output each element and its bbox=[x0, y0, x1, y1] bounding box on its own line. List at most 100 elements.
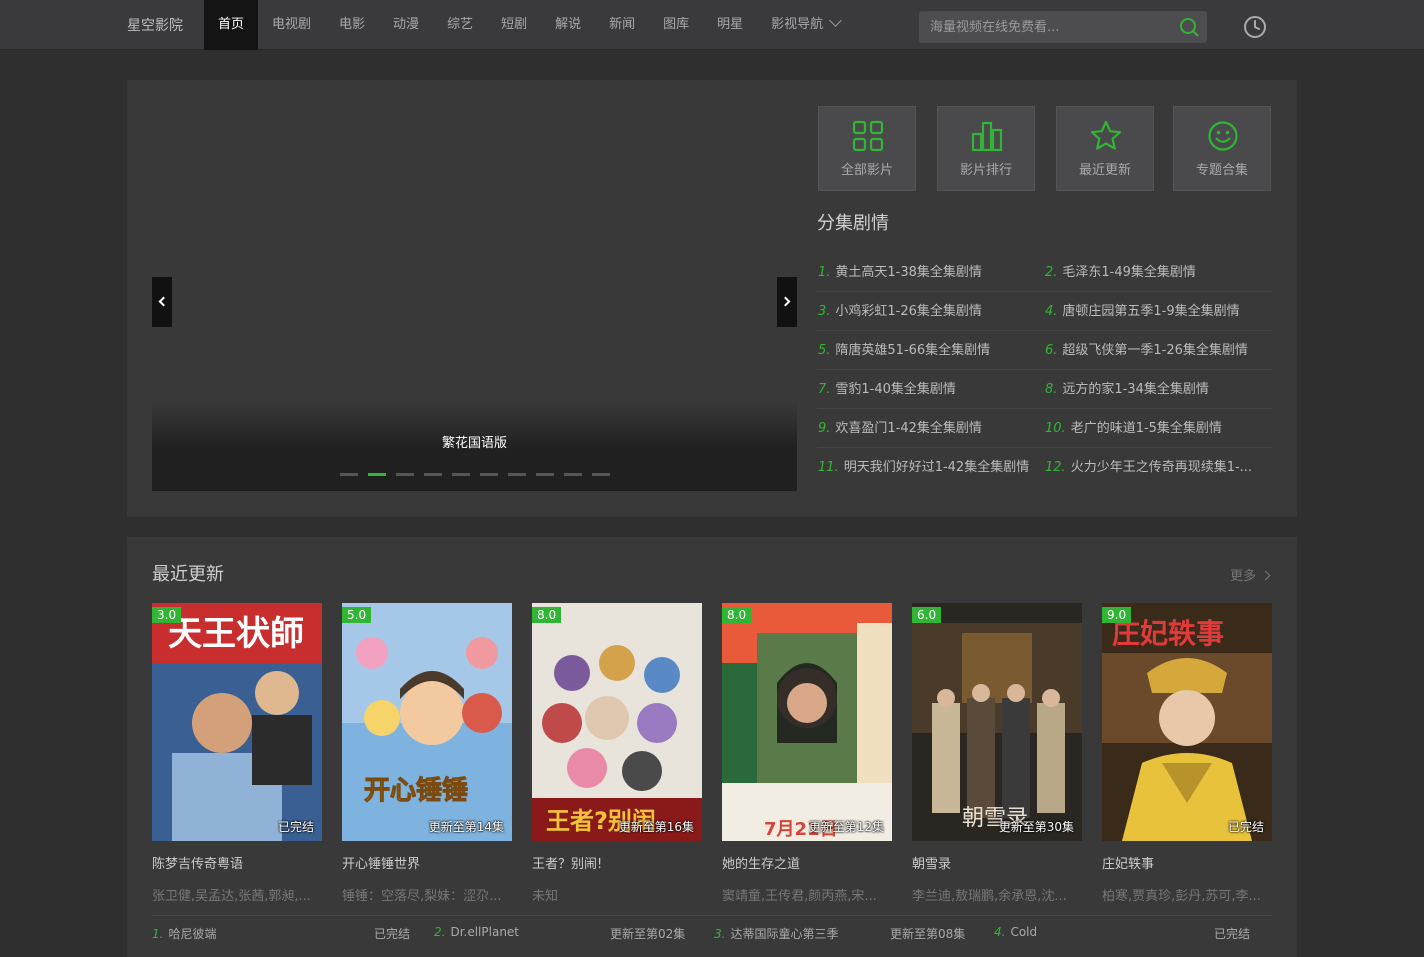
plot-item-num: 1. bbox=[818, 265, 831, 280]
plot-item[interactable]: 2. 毛泽东1-49集全集剧情 bbox=[1045, 253, 1272, 292]
card-title[interactable]: 庄妃轶事 bbox=[1102, 853, 1272, 872]
carousel-prev-button[interactable] bbox=[152, 277, 172, 327]
search-icon[interactable] bbox=[1179, 17, 1199, 37]
plot-item-text: 唐顿庄园第五季1-9集全集剧情 bbox=[1062, 304, 1240, 319]
rank-item-num: 4. bbox=[994, 925, 1006, 939]
nav-guide-dropdown[interactable]: 影视导航 bbox=[757, 0, 854, 50]
score-badge: 6.0 bbox=[912, 607, 942, 623]
card-title[interactable]: 开心锤锤世界 bbox=[342, 853, 512, 872]
nav-gallery[interactable]: 图库 bbox=[649, 0, 703, 50]
history-clock-icon[interactable] bbox=[1243, 15, 1267, 39]
plot-item[interactable]: 1. 黄土高天1-38集全集剧情 bbox=[818, 253, 1044, 292]
rank-item[interactable]: 2. Dr.ellPlanet bbox=[434, 925, 519, 939]
rank-list-row: 1. 哈尼彼端 已完结 2. Dr.ellPlanet 更新至第02集 3. 达蒂国际… bbox=[152, 915, 1272, 945]
poster-link[interactable]: 王者?别闹 8.0 更新至第16集 bbox=[532, 603, 702, 841]
plot-item[interactable]: 10. 老广的味道1-5集全集剧情 bbox=[1045, 409, 1272, 448]
carousel-dots bbox=[340, 473, 620, 476]
plot-item[interactable]: 3. 小鸡彩虹1-26集全集剧情 bbox=[818, 292, 1044, 331]
carousel-dot-active[interactable] bbox=[368, 473, 386, 476]
poster-link[interactable]: 开心锤锤 5.0 更新至第14集 bbox=[342, 603, 512, 841]
carousel-dot[interactable] bbox=[452, 473, 470, 476]
update-status: 更新至第16集 bbox=[618, 820, 694, 834]
search-box bbox=[919, 11, 1207, 43]
poster-link[interactable]: 朝雪录 6.0 更新至第30集 bbox=[912, 603, 1082, 841]
quick-link-ranking[interactable]: 影片排行 bbox=[937, 106, 1035, 191]
plot-item[interactable]: 12. 火力少年王之传奇再现续集1-... bbox=[1045, 448, 1272, 487]
nav-stars[interactable]: 明星 bbox=[703, 0, 757, 50]
nav-home[interactable]: 首页 bbox=[204, 0, 259, 50]
plot-item-text: 黄土高天1-38集全集剧情 bbox=[835, 265, 982, 280]
nav-movie[interactable]: 电影 bbox=[325, 0, 379, 50]
plot-item-num: 9. bbox=[818, 421, 831, 436]
card-cast: 李兰迪,敖瑞鹏,余承恩,沈... bbox=[912, 889, 1067, 904]
plot-item-text: 雪豹1-40集全集剧情 bbox=[835, 382, 956, 397]
plot-item[interactable]: 9. 欢喜盈门1-42集全集剧情 bbox=[818, 409, 1044, 448]
carousel-dot[interactable] bbox=[340, 473, 358, 476]
card-title[interactable]: 朝雪录 bbox=[912, 853, 1082, 872]
card-title[interactable]: 王者？别闹! bbox=[532, 853, 702, 872]
score-badge: 3.0 bbox=[152, 607, 182, 623]
card-title[interactable]: 陈梦吉传奇粤语 bbox=[152, 853, 322, 872]
plot-item[interactable]: 5. 隋唐英雄51-66集全集剧情 bbox=[818, 331, 1044, 370]
rank-item-status: 已完结 bbox=[1214, 927, 1251, 941]
carousel-dot[interactable] bbox=[396, 473, 414, 476]
plot-item[interactable]: 11. 明天我们好好过1-42集全集剧情 bbox=[818, 448, 1044, 487]
poster-image: 王者?别闹 bbox=[532, 603, 702, 841]
rank-item-status: 更新至第08集 bbox=[890, 927, 966, 941]
nav-commentary[interactable]: 解说 bbox=[541, 0, 595, 50]
update-status: 已完结 bbox=[277, 820, 314, 834]
chevron-right-icon bbox=[780, 296, 791, 307]
carousel-next-button[interactable] bbox=[777, 277, 797, 327]
plot-item[interactable]: 8. 远方的家1-34集全集剧情 bbox=[1045, 370, 1272, 409]
video-card: 朝雪录 6.0 更新至第30集 朝雪录 李兰迪,敖瑞鹏,余承恩,沈... bbox=[912, 603, 1082, 904]
card-cast: 未知 bbox=[532, 889, 559, 904]
card-cast: 锤锤：空落尽,梨妹：涩尕... bbox=[342, 889, 502, 904]
quick-link-topics[interactable]: 专题合集 bbox=[1173, 106, 1271, 191]
plot-item[interactable]: 6. 超级飞侠第一季1-26集全集剧情 bbox=[1045, 331, 1272, 370]
poster-image: 庄妃轶事 bbox=[1102, 603, 1272, 841]
carousel-dot[interactable] bbox=[480, 473, 498, 476]
plot-item[interactable]: 7. 雪豹1-40集全集剧情 bbox=[818, 370, 1044, 409]
plot-item-text: 欢喜盈门1-42集全集剧情 bbox=[835, 421, 982, 436]
rank-item[interactable]: 1. 哈尼彼端 bbox=[152, 925, 216, 942]
score-badge: 8.0 bbox=[532, 607, 562, 623]
more-link[interactable]: 更多 bbox=[1230, 565, 1271, 584]
search-input[interactable] bbox=[919, 11, 1169, 43]
plot-item[interactable]: 4. 唐顿庄园第五季1-9集全集剧情 bbox=[1045, 292, 1272, 331]
score-badge: 8.0 bbox=[722, 607, 752, 623]
poster-link[interactable]: 7月21日 8.0 更新至第12集 bbox=[722, 603, 892, 841]
banner-title[interactable]: 繁花国语版 bbox=[152, 432, 797, 451]
poster-image: 7月21日 bbox=[722, 603, 892, 841]
rank-item[interactable]: 4. Cold bbox=[994, 925, 1037, 939]
carousel-dot[interactable] bbox=[424, 473, 442, 476]
quick-link-all-films[interactable]: 全部影片 bbox=[818, 106, 916, 191]
quick-link-label: 最近更新 bbox=[1078, 163, 1131, 178]
poster-image: 朝雪录 bbox=[912, 603, 1082, 841]
card-title[interactable]: 她的生存之道 bbox=[722, 853, 892, 872]
banner-carousel[interactable]: 繁花国语版 bbox=[152, 105, 797, 491]
carousel-dot[interactable] bbox=[564, 473, 582, 476]
nav-variety[interactable]: 综艺 bbox=[433, 0, 487, 50]
site-logo[interactable]: 星空影院 bbox=[127, 15, 183, 35]
update-status: 更新至第30集 bbox=[998, 820, 1074, 834]
update-status: 已完结 bbox=[1227, 820, 1264, 834]
plot-item-text: 明天我们好好过1-42集全集剧情 bbox=[843, 460, 1030, 475]
chevron-down-icon bbox=[829, 14, 843, 27]
carousel-dot[interactable] bbox=[592, 473, 610, 476]
nav-anime[interactable]: 动漫 bbox=[379, 0, 433, 50]
quick-link-recent[interactable]: 最近更新 bbox=[1056, 106, 1154, 191]
nav-short[interactable]: 短剧 bbox=[487, 0, 541, 50]
carousel-dot[interactable] bbox=[536, 473, 554, 476]
carousel-dot[interactable] bbox=[508, 473, 526, 476]
poster-image: 开心锤锤 bbox=[342, 603, 512, 841]
poster-link[interactable]: 庄妃轶事 9.0 已完结 bbox=[1102, 603, 1272, 841]
plot-item-num: 11. bbox=[818, 460, 839, 475]
nav-news[interactable]: 新闻 bbox=[595, 0, 649, 50]
nav-tv[interactable]: 电视剧 bbox=[258, 0, 325, 50]
plot-section-title: 分集剧情 bbox=[817, 213, 889, 234]
plot-item-text: 火力少年王之传奇再现续集1-... bbox=[1070, 460, 1253, 475]
card-cast: 柏寒,贾真珍,彭丹,苏可,李... bbox=[1102, 889, 1261, 904]
poster-link[interactable]: 天王状師 3.0 已完结 bbox=[152, 603, 322, 841]
rank-item[interactable]: 3. 达蒂国际童心第三季 bbox=[714, 925, 838, 942]
chevron-right-icon bbox=[1260, 570, 1271, 581]
